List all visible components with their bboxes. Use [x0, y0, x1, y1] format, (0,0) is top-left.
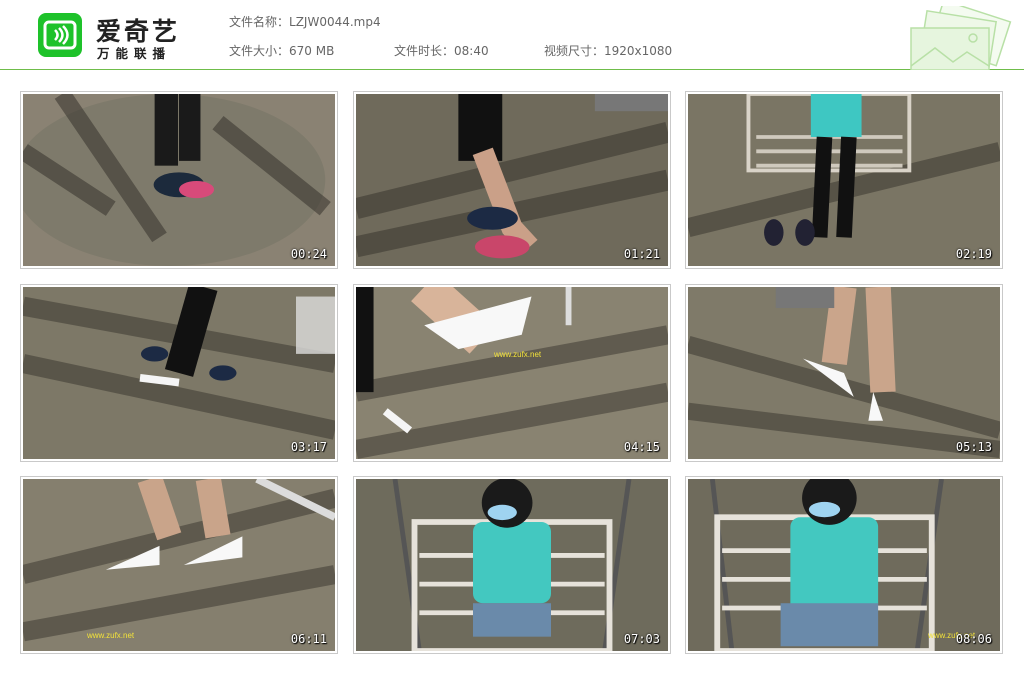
iqiyi-logo-icon	[38, 13, 82, 57]
thumbnail-timestamp: 03:17	[290, 440, 327, 454]
file-size-value: 670 MB	[289, 44, 335, 58]
thumbnail-frame-image: www.zufx.net 06:11	[23, 479, 335, 651]
file-size-info: 文件大小：670 MB	[229, 42, 334, 59]
thumbnail-timestamp: 01:21	[623, 247, 660, 261]
video-thumbnail[interactable]: 03:17	[20, 284, 338, 462]
thumbnail-timestamp: 05:13	[955, 440, 992, 454]
file-duration-value: 08:40	[454, 44, 489, 58]
thumbnail-grid: 00:24 01:21 02:19 03:17 www.zufx.net 04:15 05:…	[20, 91, 1004, 656]
thumbnail-frame-image: 01:21	[356, 94, 668, 266]
thumbnail-timestamp: 04:15	[623, 440, 660, 454]
thumbnail-frame-image: 07:03	[356, 479, 668, 651]
video-thumbnail[interactable]: 00:24	[20, 91, 338, 269]
header: 爱奇艺 万能联播 文件名称：LZJW0044.mp4 文件大小：670 MB 文…	[0, 0, 1024, 70]
video-thumbnail[interactable]: www.zufx.net 08:06	[685, 476, 1003, 654]
file-name-label: 文件名称：	[229, 15, 290, 29]
video-thumbnail[interactable]: 02:19	[685, 91, 1003, 269]
video-dimensions-info: 视频尺寸：1920x1080	[544, 42, 672, 59]
photo-stack-decoration-icon	[910, 6, 1012, 70]
file-name-info: 文件名称：LZJW0044.mp4	[229, 13, 381, 30]
file-duration-info: 文件时长：08:40	[394, 42, 489, 59]
file-size-label: 文件大小：	[229, 44, 290, 58]
watermark-text: www.zufx.net	[87, 631, 135, 640]
video-thumbnail[interactable]: www.zufx.net 04:15	[353, 284, 671, 462]
video-thumbnail[interactable]: 01:21	[353, 91, 671, 269]
video-thumbnail[interactable]: 07:03	[353, 476, 671, 654]
thumbnail-timestamp: 08:06	[955, 632, 992, 646]
thumbnail-frame-image: www.zufx.net 04:15	[356, 287, 668, 459]
video-thumbnail[interactable]: www.zufx.net 06:11	[20, 476, 338, 654]
thumbnail-timestamp: 00:24	[290, 247, 327, 261]
thumbnail-frame-image: www.zufx.net 08:06	[688, 479, 1000, 651]
thumbnail-timestamp: 07:03	[623, 632, 660, 646]
thumbnail-frame-image: 03:17	[23, 287, 335, 459]
logo-subtitle: 万能联播	[97, 46, 172, 61]
video-dimensions-label: 视频尺寸：	[544, 44, 605, 58]
thumbnail-frame-image: 02:19	[688, 94, 1000, 266]
watermark-text: www.zufx.net	[494, 350, 542, 359]
video-thumbnail[interactable]: 05:13	[685, 284, 1003, 462]
thumbnail-frame-image: 00:24	[23, 94, 335, 266]
video-dimensions-value: 1920x1080	[604, 44, 673, 58]
thumbnail-timestamp: 02:19	[955, 247, 992, 261]
file-name-value: LZJW0044.mp4	[289, 15, 381, 29]
file-duration-label: 文件时长：	[394, 44, 455, 58]
thumbnail-timestamp: 06:11	[290, 632, 327, 646]
thumbnail-frame-image: 05:13	[688, 287, 1000, 459]
